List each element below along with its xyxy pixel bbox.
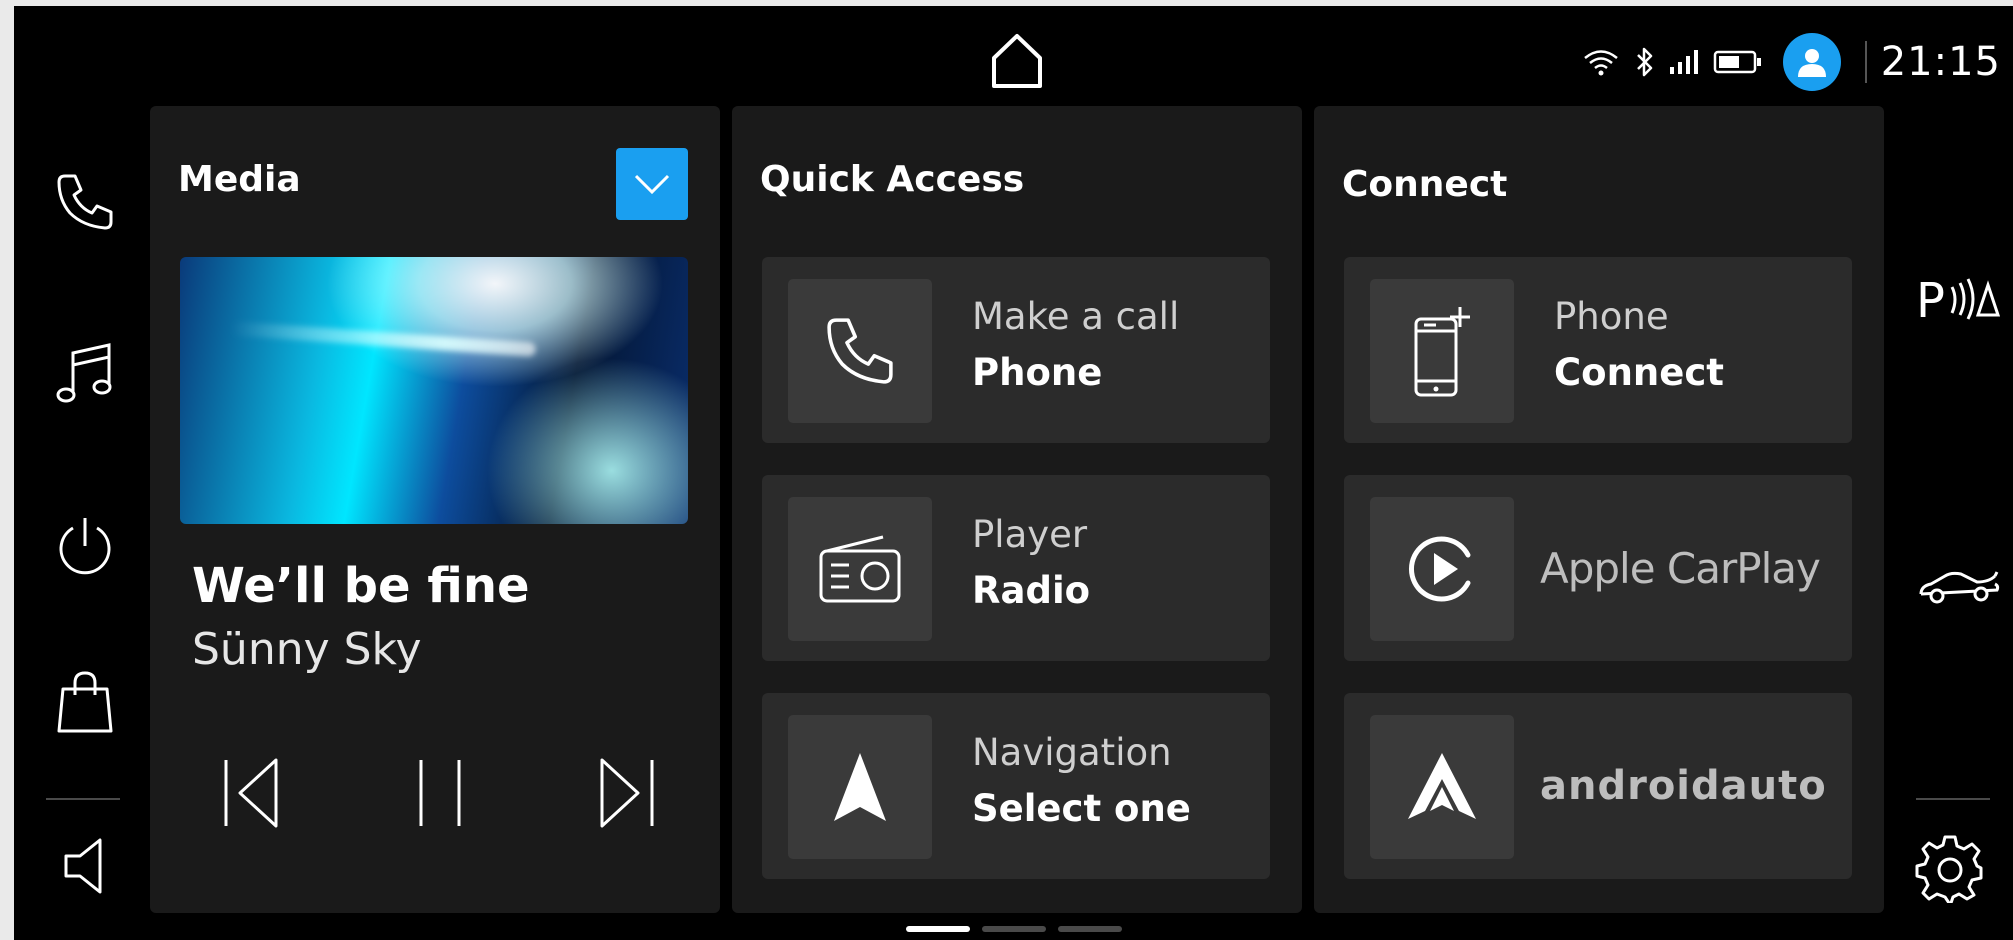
tile-caption: Phone	[1554, 295, 1669, 338]
phone-add-icon	[1414, 307, 1470, 397]
infotainment-screen: 21:15 P Media We’ll be fine Sünny Sky Qu…	[14, 6, 2013, 940]
park-assist-icon: P	[1916, 273, 2000, 325]
status-bar: 21:15	[1581, 28, 2001, 96]
cellular-signal-icon	[1669, 50, 1698, 74]
gear-icon	[1915, 835, 1983, 903]
user-avatar[interactable]	[1782, 33, 1841, 91]
vehicle-button[interactable]	[1914, 546, 2004, 626]
volume-icon	[64, 838, 102, 894]
home-icon	[992, 34, 1042, 88]
page-dot-3[interactable]	[1058, 926, 1122, 932]
rail-phone-button[interactable]	[45, 162, 125, 242]
rail-power-button[interactable]	[45, 504, 125, 584]
car-icon	[1919, 571, 2000, 604]
pause-icon	[419, 760, 461, 826]
quick-access-card: Quick Access Make a call Phone Player Ra	[732, 106, 1302, 913]
tile-icon-box	[788, 497, 932, 641]
next-track-icon	[600, 758, 654, 828]
tile-icon-box	[788, 279, 932, 423]
connect-card: Connect Phone Connect Apple CarPlay andr…	[1314, 106, 1884, 913]
bluetooth-icon	[1636, 47, 1652, 77]
previous-track-icon	[224, 758, 278, 828]
tile-label: Phone	[972, 351, 1103, 394]
user-avatar-icon	[1797, 49, 1826, 77]
tile-icon-box	[788, 715, 932, 859]
rail-divider-left	[46, 798, 120, 800]
music-note-icon	[56, 343, 112, 403]
quick-access-phone-tile[interactable]: Make a call Phone	[762, 257, 1270, 443]
album-art[interactable]	[180, 257, 688, 524]
quick-access-navigation-tile[interactable]: Navigation Select one	[762, 693, 1270, 879]
navigation-arrow-icon	[834, 753, 886, 821]
phone-icon	[827, 318, 893, 384]
shopping-bag-icon	[57, 671, 113, 733]
track-artist: Sünny Sky	[192, 624, 422, 675]
tile-caption: Navigation	[972, 731, 1172, 774]
tile-caption: Make a call	[972, 295, 1180, 338]
power-icon	[59, 518, 111, 575]
chevron-down-icon	[634, 174, 670, 195]
clock: 21:15	[1880, 39, 2001, 85]
tile-label: Connect	[1554, 351, 1724, 394]
previous-track-button[interactable]	[212, 748, 292, 838]
media-card-title: Media	[178, 159, 301, 200]
android-auto-label: androidauto	[1540, 763, 1827, 809]
apple-carplay-tile[interactable]: Apple CarPlay	[1344, 475, 1852, 661]
rail-store-button[interactable]	[45, 662, 125, 742]
rail-music-button[interactable]	[45, 334, 125, 414]
android-auto-icon	[1408, 753, 1476, 819]
status-divider	[1864, 41, 1867, 83]
park-assist-button[interactable]: P	[1910, 258, 2006, 338]
pause-button[interactable]	[400, 748, 480, 838]
next-track-button[interactable]	[586, 748, 666, 838]
rail-divider-right	[1916, 798, 1990, 800]
tile-label: Select one	[972, 787, 1191, 830]
wifi-icon	[1583, 50, 1618, 76]
media-card: Media We’ll be fine Sünny Sky	[150, 106, 720, 913]
settings-button[interactable]	[1910, 828, 1990, 908]
page-indicator	[906, 926, 1122, 932]
tile-icon-box	[1370, 715, 1514, 859]
tile-icon-box	[1370, 497, 1514, 641]
home-button[interactable]	[986, 30, 1048, 92]
radio-icon	[819, 535, 901, 603]
carplay-icon	[1409, 536, 1471, 602]
quick-access-radio-tile[interactable]: Player Radio	[762, 475, 1270, 661]
track-title: We’ll be fine	[192, 558, 530, 614]
page-dot-2[interactable]	[982, 926, 1046, 932]
phone-icon	[57, 174, 113, 230]
quick-access-title: Quick Access	[760, 159, 1025, 200]
phone-connect-tile[interactable]: Phone Connect	[1344, 257, 1852, 443]
battery-icon	[1713, 50, 1761, 74]
connect-title: Connect	[1342, 164, 1508, 205]
tile-caption: Player	[972, 513, 1088, 556]
tile-icon-box	[1370, 279, 1514, 423]
rail-volume-button[interactable]	[45, 826, 125, 906]
media-dropdown-button[interactable]	[616, 148, 688, 220]
page-dot-1[interactable]	[906, 926, 970, 932]
android-auto-tile[interactable]: androidauto	[1344, 693, 1852, 879]
svg-text:P: P	[1916, 273, 1945, 325]
tile-label: Radio	[972, 569, 1091, 612]
apple-carplay-label: Apple CarPlay	[1540, 543, 1821, 593]
